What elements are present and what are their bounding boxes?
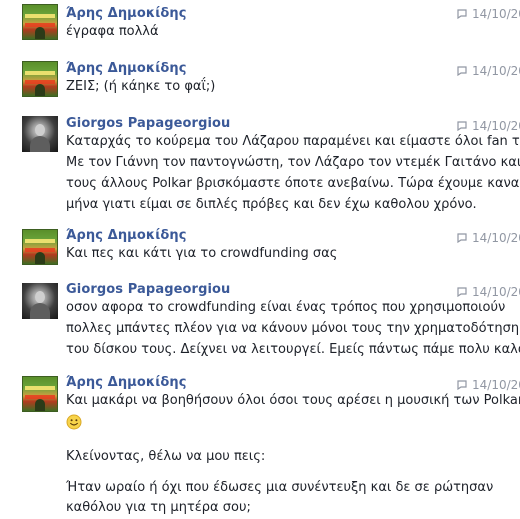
message-thread: Άρης Δημοκίδης 14/10/20 έγραφα πολλά Άρη…	[0, 0, 520, 519]
reply-icon	[457, 66, 467, 76]
avatar-aris[interactable]	[22, 229, 58, 265]
message-text-line: του δίσκου τους. Δείχνει να λειτουργεί. …	[66, 342, 520, 357]
avatar-aris[interactable]	[22, 376, 58, 412]
sender-name[interactable]: Άρης Δημοκίδης	[66, 61, 187, 76]
sender-name[interactable]: Giorgos Papageorgiou	[66, 282, 230, 297]
avatar-aris[interactable]	[22, 4, 58, 40]
message-text: έγραφα πολλά	[66, 24, 159, 39]
smile-emoji	[66, 414, 82, 430]
avatar-aris[interactable]	[22, 61, 58, 97]
sender-name[interactable]: Giorgos Papageorgiou	[66, 116, 230, 131]
message-text-line: καθόλου για τη μητέρα σου;	[66, 500, 251, 515]
message-text: ΖΕΙΣ; (ή κάηκε το φαΐ;)	[66, 79, 216, 94]
message-time: 14/10/20	[456, 285, 520, 301]
message-text-line: Με τον Γιάννη τον παντογνώστη, τον Λάζαρ…	[66, 155, 520, 170]
message-text-line: τους άλλους Polkar βρισκόμαστε όποτε ανε…	[66, 176, 520, 191]
message-text-line: Καταρχάς το κούρεμα του Λάζαρου παραμένε…	[66, 134, 520, 149]
reply-icon	[457, 233, 467, 243]
reply-icon	[457, 287, 467, 297]
reply-icon	[457, 9, 467, 19]
message-text-line: οσον αφορα το crowdfunding είναι ένας τρ…	[66, 300, 506, 315]
message-time: 14/10/20	[456, 119, 520, 135]
message-time: 14/10/20	[456, 231, 520, 247]
avatar-giorgos[interactable]	[22, 116, 58, 152]
message-time: 14/10/20	[456, 378, 520, 394]
message-text-line: πολλες μπάντες πλέον για να κάνουν μόνοι…	[66, 321, 520, 336]
message-text-line: Κλείνοντας, θέλω να μου πεις:	[66, 449, 266, 464]
avatar-giorgos[interactable]	[22, 283, 58, 319]
reply-icon	[457, 121, 467, 131]
message-text-line: Και μακάρι να βοηθήσουν όλοι όσοι τους α…	[66, 393, 520, 408]
message-time: 14/10/20	[456, 64, 520, 80]
sender-name[interactable]: Άρης Δημοκίδης	[66, 6, 187, 21]
message-text-line: Ήταν ωραίο ή όχι που έδωσες μια συνέντευ…	[66, 480, 494, 495]
message-text-line: μήνα γιατι είμαι σε διπλές πρόβες και δε…	[66, 197, 477, 212]
message-time: 14/10/20	[456, 7, 520, 23]
sender-name[interactable]: Άρης Δημοκίδης	[66, 375, 187, 390]
reply-icon	[457, 380, 467, 390]
sender-name[interactable]: Άρης Δημοκίδης	[66, 228, 187, 243]
message-text: Και πες και κάτι για το crowdfunding σας	[66, 246, 338, 261]
